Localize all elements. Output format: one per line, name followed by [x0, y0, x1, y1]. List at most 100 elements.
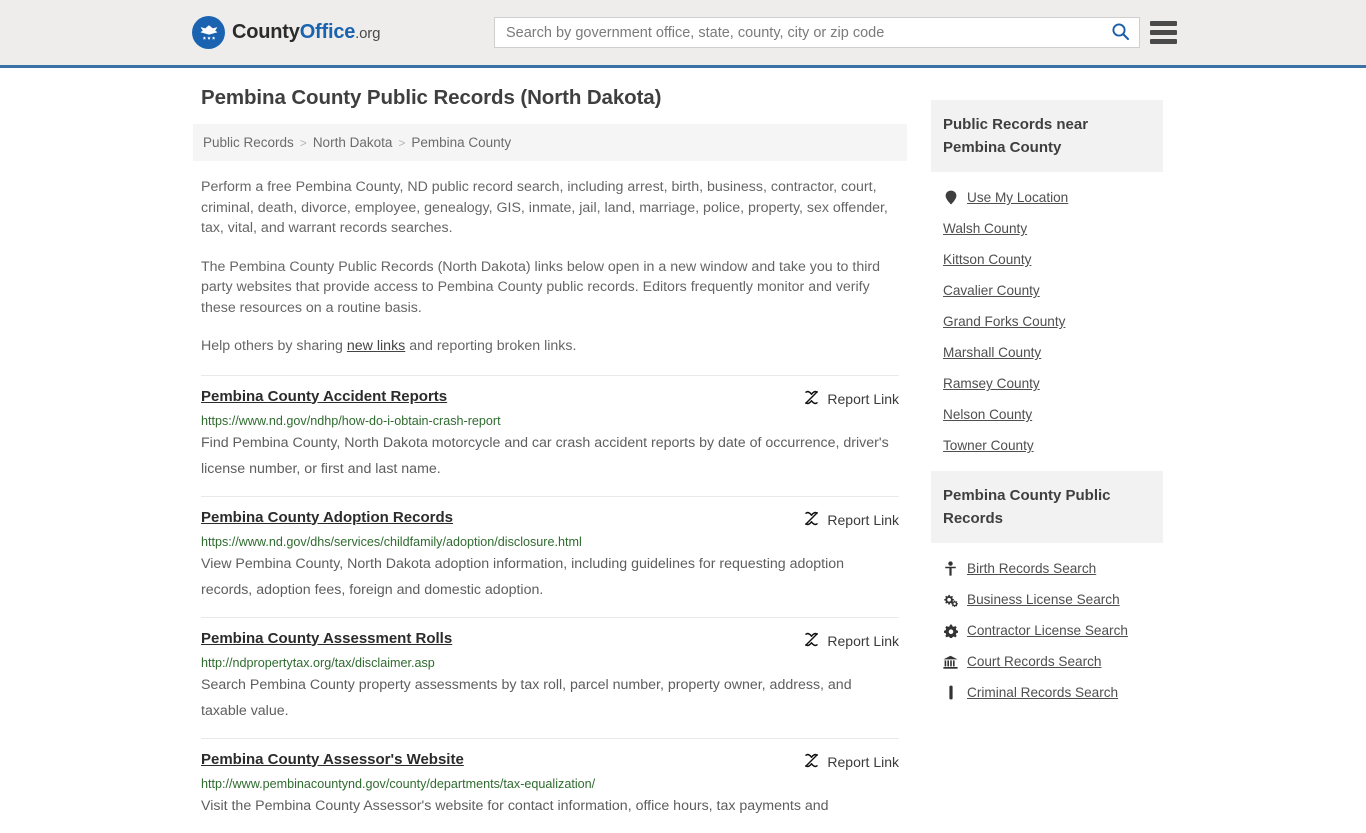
result-item: Pembina County Accident Reports Report Li… [201, 374, 899, 496]
search-bar [494, 17, 1140, 48]
result-header: Pembina County Adoption Records Report Li… [201, 509, 899, 530]
report-link-label: Report Link [827, 511, 899, 528]
sidebar-link-row[interactable]: Cavalier County [943, 275, 1151, 306]
baby-icon [943, 561, 958, 576]
broken-link-icon [803, 631, 820, 651]
hamburger-menu-button[interactable] [1150, 18, 1177, 47]
sidebar-link-row[interactable]: Kittson County [943, 244, 1151, 275]
search-button[interactable] [1101, 18, 1139, 47]
page-body: Pembina County Public Records (North Dak… [0, 68, 1366, 833]
report-link-label: Report Link [827, 390, 899, 407]
breadcrumb-item-north-dakota[interactable]: North Dakota [313, 135, 393, 150]
report-link-button[interactable]: Report Link [803, 751, 899, 772]
report-link-button[interactable]: Report Link [803, 630, 899, 651]
sidebar-link-row[interactable]: Birth Records Search [943, 553, 1151, 584]
result-description: Visit the Pembina County Assessor's webs… [201, 797, 829, 814]
sidebar-link[interactable]: Nelson County [943, 407, 1032, 422]
result-title-link[interactable]: Pembina County Accident Reports [201, 388, 447, 405]
sidebar-link-row[interactable]: Business License Search [943, 584, 1151, 615]
result-url: http://www.pembinacountynd.gov/county/de… [201, 776, 596, 791]
breadcrumb-separator-icon: > [398, 135, 406, 150]
sidebar-link[interactable]: Cavalier County [943, 283, 1040, 298]
result-url: https://www.nd.gov/ndhp/how-do-i-obtain-… [201, 413, 501, 428]
sidebar-link-row[interactable]: Marshall County [943, 337, 1151, 368]
sidebar-link[interactable]: Grand Forks County [943, 314, 1065, 329]
sidebar: Public Records near Pembina County Use My… [931, 86, 1163, 833]
sidebar-link[interactable]: Use My Location [967, 190, 1068, 205]
sidebar-link-row[interactable]: Nelson County [943, 399, 1151, 430]
hamburger-menu-icon-bar [1150, 21, 1177, 26]
share-text-before: Help others by sharing [201, 338, 347, 354]
map-pin-icon [943, 190, 958, 205]
sidebar-link[interactable]: Contractor License Search [967, 623, 1128, 638]
breadcrumb-separator-icon: > [299, 135, 307, 150]
site-logo[interactable]: CountyOffice.org [192, 16, 380, 49]
gear-icon [943, 624, 958, 638]
courthouse-icon [943, 655, 958, 669]
sidebar-link[interactable]: Ramsey County [943, 376, 1040, 391]
report-link-label: Report Link [827, 632, 899, 649]
result-url: http://ndpropertytax.org/tax/disclaimer.… [201, 655, 435, 670]
sidebar-link-row[interactable]: Ramsey County [943, 368, 1151, 399]
sidebar-panel-body: Birth Records Search Business License Sea… [931, 543, 1163, 708]
sidebar-link-row[interactable]: Contractor License Search [943, 615, 1151, 646]
result-title-link[interactable]: Pembina County Assessment Rolls [201, 630, 452, 647]
breadcrumb-item-public-records[interactable]: Public Records [203, 135, 294, 150]
logo-text-county: County [232, 21, 300, 43]
fingerprint-icon [943, 685, 958, 700]
intro-paragraph-3: Help others by sharing new links and rep… [201, 336, 899, 357]
sidebar-link[interactable]: Kittson County [943, 252, 1031, 267]
sidebar-link[interactable]: Walsh County [943, 221, 1027, 236]
sidebar-link-row[interactable]: Criminal Records Search [943, 677, 1151, 708]
new-links-link[interactable]: new links [347, 338, 405, 354]
sidebar-link-row[interactable]: Court Records Search [943, 646, 1151, 677]
result-description: Search Pembina County property assessmen… [201, 676, 852, 719]
results-list: Pembina County Accident Reports Report Li… [193, 374, 907, 833]
sidebar-link-row[interactable]: Towner County [943, 430, 1151, 461]
intro-paragraph-2: The Pembina County Public Records (North… [201, 258, 880, 316]
site-header: CountyOffice.org [0, 0, 1366, 68]
sidebar-link[interactable]: Business License Search [967, 592, 1120, 607]
breadcrumb-item-pembina-county[interactable]: Pembina County [411, 135, 511, 150]
result-item: Pembina County Adoption Records Report Li… [201, 495, 899, 617]
sidebar-link-row[interactable]: Grand Forks County [943, 306, 1151, 337]
sidebar-link[interactable]: Court Records Search [967, 654, 1101, 669]
result-item: Pembina County Assessment Rolls Report Li… [201, 616, 899, 738]
main-column: Pembina County Public Records (North Dak… [193, 86, 907, 833]
sidebar-link[interactable]: Marshall County [943, 345, 1041, 360]
intro-text: Perform a free Pembina County, ND public… [193, 177, 907, 357]
result-url: https://www.nd.gov/dhs/services/childfam… [201, 534, 582, 549]
logo-text: CountyOffice.org [232, 21, 380, 44]
search-icon [1111, 22, 1130, 44]
broken-link-icon [803, 752, 820, 772]
sidebar-panel-heading: Pembina County Public Records [931, 471, 1163, 543]
content-container: Pembina County Public Records (North Dak… [193, 68, 1173, 833]
search-input[interactable] [495, 18, 1101, 47]
sidebar-link[interactable]: Towner County [943, 438, 1034, 453]
sidebar-link-row[interactable]: Walsh County [943, 213, 1151, 244]
hamburger-menu-icon-bar [1150, 39, 1177, 44]
gears-icon [943, 593, 958, 607]
logo-text-office: Office [299, 21, 356, 43]
page-title: Pembina County Public Records (North Dak… [201, 86, 662, 109]
broken-link-icon [803, 389, 820, 409]
result-description: Find Pembina County, North Dakota motorc… [201, 434, 889, 477]
result-header: Pembina County Accident Reports Report Li… [201, 388, 899, 409]
result-title-link[interactable]: Pembina County Assessor's Website [201, 751, 464, 768]
sidebar-panel: Pembina County Public Records Birth Recor… [931, 471, 1163, 708]
report-link-button[interactable]: Report Link [803, 509, 899, 530]
sidebar-link-row[interactable]: Use My Location [943, 182, 1151, 213]
logo-text-org: .org [355, 25, 381, 42]
breadcrumb: Public Records > North Dakota > Pembina … [193, 124, 907, 161]
broken-link-icon [803, 510, 820, 530]
share-text-after: and reporting broken links. [405, 338, 577, 354]
sidebar-link[interactable]: Criminal Records Search [967, 685, 1118, 700]
result-description: View Pembina County, North Dakota adopti… [201, 555, 845, 598]
report-link-button[interactable]: Report Link [803, 388, 899, 409]
result-title-link[interactable]: Pembina County Adoption Records [201, 509, 453, 526]
hamburger-menu-icon-bar [1150, 30, 1177, 35]
eagle-seal-icon [192, 16, 225, 49]
sidebar-link[interactable]: Birth Records Search [967, 561, 1096, 576]
result-header: Pembina County Assessment Rolls Report Li… [201, 630, 899, 651]
result-item: Pembina County Assessor's Website Report … [201, 737, 899, 833]
